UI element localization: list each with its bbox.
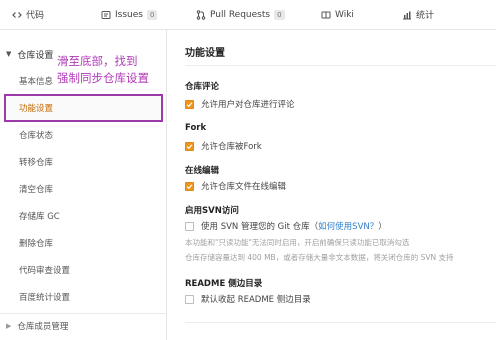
tab-pull-requests[interactable]: Pull Requests 0 (196, 0, 285, 29)
sidebar-item-baidu-stats[interactable]: 百度统计设置 (0, 284, 166, 310)
sidebar-item-transfer-repo[interactable]: 转移仓库 (0, 149, 166, 175)
sidebar-item-repo-status[interactable]: 仓库状态 (0, 122, 166, 148)
issues-icon (101, 10, 111, 20)
caret-down-icon: ▼ (6, 50, 12, 58)
checkbox-unchecked-icon[interactable] (185, 221, 194, 231)
checkbox-checked-icon[interactable] (185, 181, 194, 191)
tab-issues-label: Issues (115, 9, 143, 20)
sidebar-item-label: 存储库 GC (19, 212, 60, 222)
code-icon (12, 10, 22, 20)
sidebar-item-label: 转移仓库 (19, 158, 54, 168)
option-label: 允许仓库被Fork (201, 142, 262, 152)
svn-help-link[interactable]: 如何使用SVN？ (318, 220, 378, 232)
sidebar-item-label: 清空仓库 (19, 185, 54, 195)
sidebar-section-members[interactable]: ▶ 仓库成员管理 (0, 316, 166, 336)
wiki-icon (321, 10, 331, 20)
tab-wiki-label: Wiki (335, 9, 354, 20)
title-divider (185, 65, 496, 66)
sidebar-item-label: 代码审查设置 (19, 266, 71, 276)
sidebar-footer-label: 仓库成员管理 (17, 322, 69, 332)
sidebar-section-label: 仓库设置 (17, 50, 54, 61)
option-label: 默认收起 README 侧边目录 (201, 295, 311, 305)
feature-settings-panel: 功能设置 仓库评论 允许用户对仓库进行评论 Fork 允许仓库被Fork 在线编… (168, 30, 496, 340)
checkbox-checked-icon[interactable] (185, 99, 194, 109)
annotation-line-1: 滑至底部，找到 (57, 54, 138, 68)
sidebar-item-label: 百度统计设置 (19, 293, 71, 303)
section-title-svn: 启用SVN访问 (185, 206, 239, 216)
tab-pull-requests-label: Pull Requests (210, 9, 271, 20)
caret-right-icon: ▶ (6, 322, 12, 330)
option-allow-online-edit[interactable]: 允许仓库文件在线编辑 (185, 179, 286, 193)
issues-count-badge: 0 (146, 9, 158, 20)
tab-stats[interactable]: 统计 (402, 0, 434, 29)
section-title-online-edit: 在线编辑 (185, 166, 220, 176)
annotation-highlight-box (4, 94, 163, 122)
sidebar-item-label: 删除仓库 (19, 239, 54, 249)
option-allow-comments[interactable]: 允许用户对仓库进行评论 (185, 97, 295, 111)
option-label: 允许用户对仓库进行评论 (201, 100, 295, 110)
bottom-divider (185, 322, 496, 323)
option-collapse-readme-toc[interactable]: 默认收起 README 侧边目录 (185, 292, 311, 306)
tab-wiki[interactable]: Wiki (321, 0, 354, 29)
annotation-line-2: 强制同步仓库设置 (57, 71, 149, 85)
stats-icon (402, 10, 412, 20)
sidebar-item-label: 仓库状态 (19, 131, 54, 141)
checkbox-unchecked-icon[interactable] (185, 294, 194, 304)
option-label: 允许仓库文件在线编辑 (201, 182, 287, 192)
sidebar-item-clear-repo[interactable]: 清空仓库 (0, 176, 166, 202)
sidebar-item-storage-gc[interactable]: 存储库 GC (0, 203, 166, 229)
pull-request-icon (196, 9, 206, 20)
checkbox-checked-icon[interactable] (185, 141, 194, 151)
tab-issues[interactable]: Issues 0 (101, 0, 158, 29)
sidebar-item-label: 基本信息 (19, 77, 54, 87)
sidebar-item-code-review[interactable]: 代码审查设置 (0, 257, 166, 283)
section-title-comments: 仓库评论 (185, 82, 220, 92)
section-title-fork: Fork (185, 123, 207, 133)
option-label-prefix: 使用 SVN 管理您的 Git 仓库（ (201, 222, 319, 232)
option-enable-svn[interactable]: 使用 SVN 管理您的 Git 仓库（ 如何使用SVN？） (185, 219, 387, 233)
repo-tab-bar: 代码 Issues 0 Pull Requests 0 Wiki 统计 (0, 0, 496, 30)
pull-requests-count-badge: 0 (274, 9, 285, 20)
tab-stats-label: 统计 (416, 11, 435, 21)
svn-help-text-2: 仓库存储容量达到 400 MB，或者存储大量非文本数据，将关闭仓库的 SVN 支… (185, 253, 454, 262)
section-title-readme: README 侧边目录 (185, 279, 263, 289)
sidebar-divider (0, 313, 166, 314)
svn-help-text-1: 本功能和"只读功能"无法同时启用，开启前确保只读功能已取消勾选 (185, 238, 410, 247)
tab-code-label: 代码 (26, 11, 45, 21)
annotation-text: 滑至底部，找到 强制同步仓库设置 (57, 53, 172, 87)
sidebar-item-delete-repo[interactable]: 删除仓库 (0, 230, 166, 256)
option-allow-fork[interactable]: 允许仓库被Fork (185, 139, 262, 153)
page-title: 功能设置 (185, 48, 225, 59)
option-label-suffix: ） (378, 222, 387, 232)
tab-code[interactable]: 代码 (12, 0, 44, 29)
